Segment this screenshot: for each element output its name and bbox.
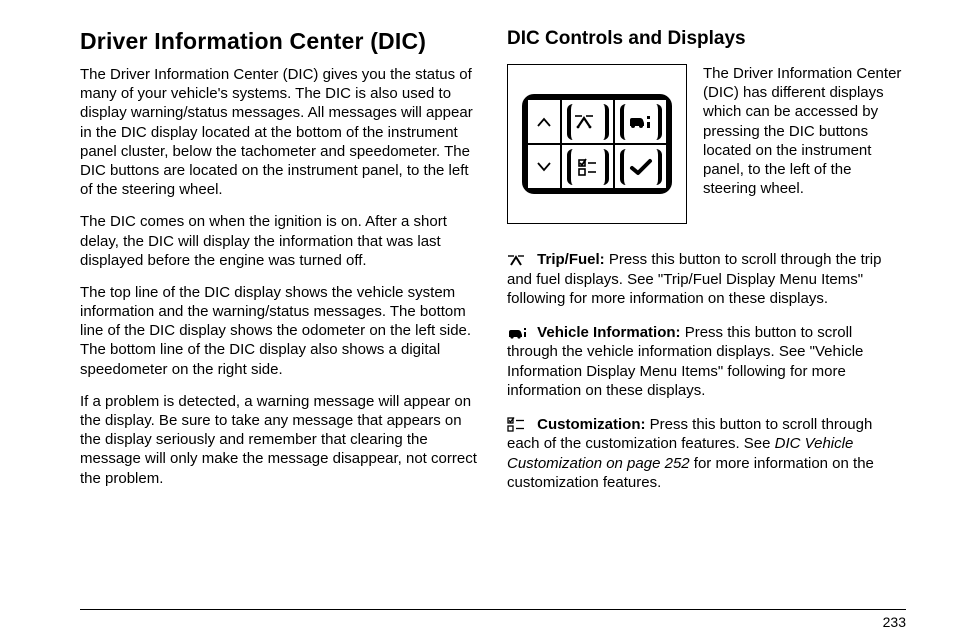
dic-panel (522, 94, 672, 194)
paragraph: If a problem is detected, a warning mess… (80, 392, 479, 488)
sub-heading: DIC Controls and Displays (507, 28, 906, 50)
paragraph: The DIC comes on when the ignition is on… (80, 212, 479, 270)
trip-fuel-icon (507, 253, 533, 267)
down-arrow-button (527, 144, 561, 189)
main-heading: Driver Information Center (DIC) (80, 28, 479, 55)
entry-label: Vehicle Information: (537, 324, 680, 341)
trip-fuel-button (561, 99, 614, 144)
paragraph: The top line of the DIC display shows th… (80, 283, 479, 379)
vehicle-info-button (614, 99, 667, 144)
dic-button-diagram (507, 64, 687, 224)
chevron-down-icon (536, 161, 552, 173)
customization-icon (507, 417, 533, 433)
vehicle-info-icon (507, 326, 533, 340)
entry-label: Customization: (537, 416, 645, 433)
checkmark-icon (629, 158, 653, 176)
vehicle-info-entry: Vehicle Information: Press this button t… (507, 323, 906, 401)
intro-paragraph: The Driver Information Center (DIC) has … (703, 64, 906, 224)
page-number: 233 (883, 614, 906, 630)
entry-label: Trip/Fuel: (537, 251, 605, 268)
customization-button (561, 144, 614, 189)
up-arrow-button (527, 99, 561, 144)
trip-fuel-icon (575, 113, 601, 131)
footer-rule (80, 609, 906, 610)
vehicle-info-icon (626, 113, 656, 131)
customization-icon (577, 158, 599, 176)
set-reset-button (614, 144, 667, 189)
customization-entry: Customization: Press this button to scro… (507, 415, 906, 493)
chevron-up-icon (536, 116, 552, 128)
paragraph: The Driver Information Center (DIC) give… (80, 65, 479, 199)
trip-fuel-entry: Trip/Fuel: Press this button to scroll t… (507, 250, 906, 309)
right-column: DIC Controls and Displays (507, 28, 906, 588)
left-column: Driver Information Center (DIC) The Driv… (80, 28, 479, 588)
